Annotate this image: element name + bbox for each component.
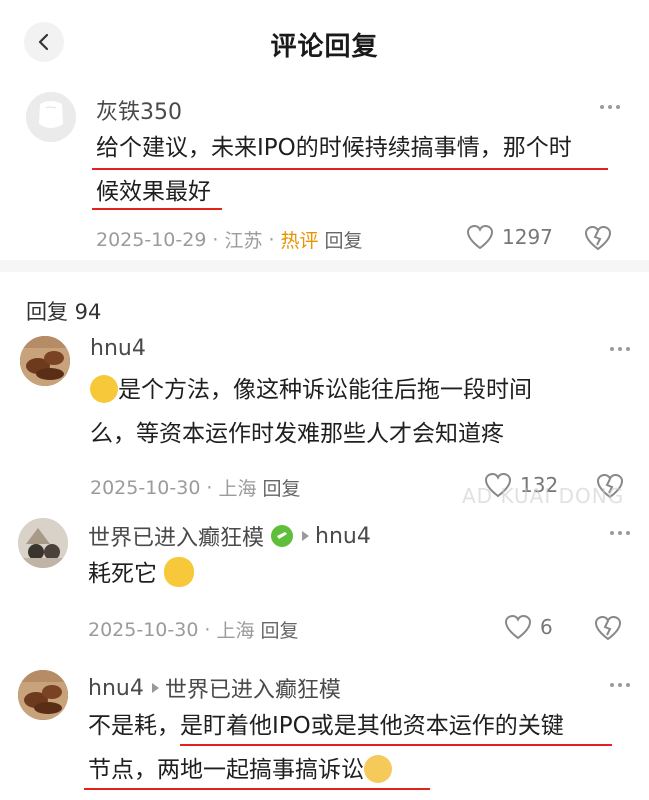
annotation-underline xyxy=(92,208,222,210)
section-divider xyxy=(0,260,649,272)
grin-emoji-icon xyxy=(164,557,195,587)
like-count: 1297 xyxy=(502,225,553,249)
replies-count: 回复 94 xyxy=(26,300,102,324)
comment-username[interactable]: 灰铁350 xyxy=(96,94,182,126)
reply-date: 2025-10-30 xyxy=(88,618,199,641)
reply-arrow-icon xyxy=(151,683,159,693)
comment-location: 江苏 xyxy=(224,230,263,252)
more-options-icon[interactable] xyxy=(610,680,638,690)
avatar[interactable] xyxy=(18,518,68,568)
reply-meta: 2025-10-30 · 上海 回复 xyxy=(90,474,301,501)
reply-username: 世界已进入癫狂模 hnu4 xyxy=(88,520,371,552)
avatar[interactable] xyxy=(18,670,68,720)
reply-to-username[interactable]: 世界已进入癫狂模 xyxy=(165,672,341,704)
verified-badge-icon xyxy=(271,525,294,547)
broken-heart-icon[interactable] xyxy=(594,614,622,642)
comment-date: 2025-10-29 xyxy=(96,228,207,251)
avatar-image xyxy=(18,518,68,568)
shocked-emoji-icon xyxy=(90,375,118,403)
reply-text: 不是耗，是盯着他IPO或是其他资本运作的关键 节点，两地一起搞事搞诉讼 xyxy=(88,713,564,783)
broken-heart-icon[interactable] xyxy=(584,224,612,252)
reply-location: 上海 xyxy=(218,478,257,500)
like-button[interactable]: 1297 xyxy=(466,224,553,250)
heart-icon xyxy=(466,224,494,250)
reply-link[interactable]: 回复 xyxy=(325,226,363,253)
reply-location: 上海 xyxy=(216,620,255,642)
reply-username[interactable]: hnu4 xyxy=(90,336,146,361)
avatar[interactable] xyxy=(20,336,70,386)
more-options-icon[interactable] xyxy=(600,102,628,112)
annotation-underline xyxy=(84,788,430,790)
reply-to-username[interactable]: hnu4 xyxy=(315,524,371,549)
more-options-icon[interactable] xyxy=(610,528,638,538)
page-title: 评论回复 xyxy=(270,32,379,62)
heart-icon xyxy=(504,614,532,640)
avatar-image xyxy=(20,336,70,386)
reply-date: 2025-10-30 xyxy=(90,476,201,499)
reply-username-link[interactable]: 世界已进入癫狂模 xyxy=(88,520,264,552)
annotation-underline xyxy=(92,168,608,170)
default-avatar-icon xyxy=(26,92,76,142)
avatar-image xyxy=(18,670,68,720)
comment-meta: 2025-10-29 · 江苏 · 热评 回复 xyxy=(96,226,363,253)
annotation-underline xyxy=(180,744,612,746)
avatar[interactable] xyxy=(26,92,76,142)
reply-arrow-icon xyxy=(302,531,310,541)
reply-username: hnu4 世界已进入癫狂模 xyxy=(88,672,341,704)
reply-link[interactable]: 回复 xyxy=(262,474,300,501)
reply-meta: 2025-10-30 · 上海 回复 xyxy=(88,616,299,643)
more-options-icon[interactable] xyxy=(610,344,638,354)
reply-username-link[interactable]: hnu4 xyxy=(88,676,144,701)
comment-text: 给个建议，未来IPO的时候持续搞事情，那个时 候效果最好 xyxy=(96,135,572,205)
hot-badge: 热评 xyxy=(280,230,319,252)
reply-text: 是个方法，像这种诉讼能往后拖一段时间 么，等资本运作时发难那些人才会知道疼 xyxy=(90,375,532,447)
smile-emoji-icon xyxy=(364,755,392,783)
like-button[interactable]: 6 xyxy=(504,614,553,640)
reply-link[interactable]: 回复 xyxy=(260,616,298,643)
like-count: 6 xyxy=(540,615,553,639)
watermark: AD KUAI DONG xyxy=(462,484,625,508)
reply-text: 耗死它 xyxy=(88,552,628,596)
parent-comment: 灰铁350 给个建议，未来IPO的时候持续搞事情，那个时 候效果最好 2025-… xyxy=(0,84,649,260)
top-bar: 评论回复 xyxy=(0,0,649,84)
